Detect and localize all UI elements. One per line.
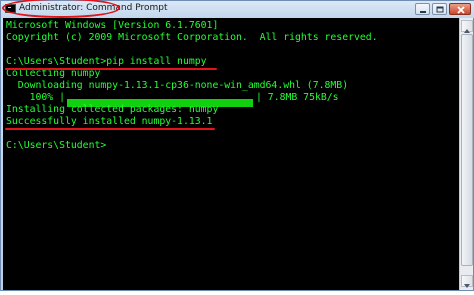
- close-icon: [457, 6, 465, 14]
- cmd-icon: [5, 4, 16, 13]
- console-line: Copyright (c) 2009 Microsoft Corporation…: [6, 32, 378, 43]
- minimize-button[interactable]: [415, 3, 430, 15]
- success-underline: [5, 128, 215, 130]
- console-line: C:\Users\Student>pip install numpy: [6, 56, 207, 67]
- console-line: Successfully installed numpy-1.13.1: [6, 116, 213, 127]
- console-output[interactable]: Microsoft Windows [Version 6.1.7601] Cop…: [3, 18, 459, 290]
- console-line: Microsoft Windows [Version 6.1.7601]: [6, 20, 219, 31]
- command-underline: [5, 68, 217, 70]
- window-title: Administrator: Command Prompt: [19, 3, 168, 13]
- maximize-button[interactable]: [432, 3, 447, 15]
- command-prompt-window: Administrator: Command Prompt Microsoft …: [0, 0, 474, 291]
- close-button[interactable]: [449, 3, 471, 15]
- window-controls: [415, 3, 471, 16]
- console-line: Installing collected packages: numpy: [6, 104, 219, 115]
- scroll-down-button[interactable]: [461, 275, 473, 288]
- console-line: 100% |: [6, 92, 65, 103]
- scroll-up-button[interactable]: [461, 20, 473, 33]
- console-line: Downloading numpy-1.13.1-cp36-none-win_a…: [6, 80, 349, 91]
- scroll-thumb[interactable]: [461, 34, 473, 266]
- minimize-icon: [420, 11, 426, 13]
- progress-suffix: | 7.8MB 75kB/s: [256, 92, 339, 103]
- arrow-down-icon: [464, 284, 470, 288]
- title-bar[interactable]: Administrator: Command Prompt: [1, 0, 474, 18]
- vertical-scrollbar[interactable]: [459, 18, 473, 290]
- console-line: C:\Users\Student>: [6, 140, 107, 151]
- maximize-icon: [436, 6, 444, 13]
